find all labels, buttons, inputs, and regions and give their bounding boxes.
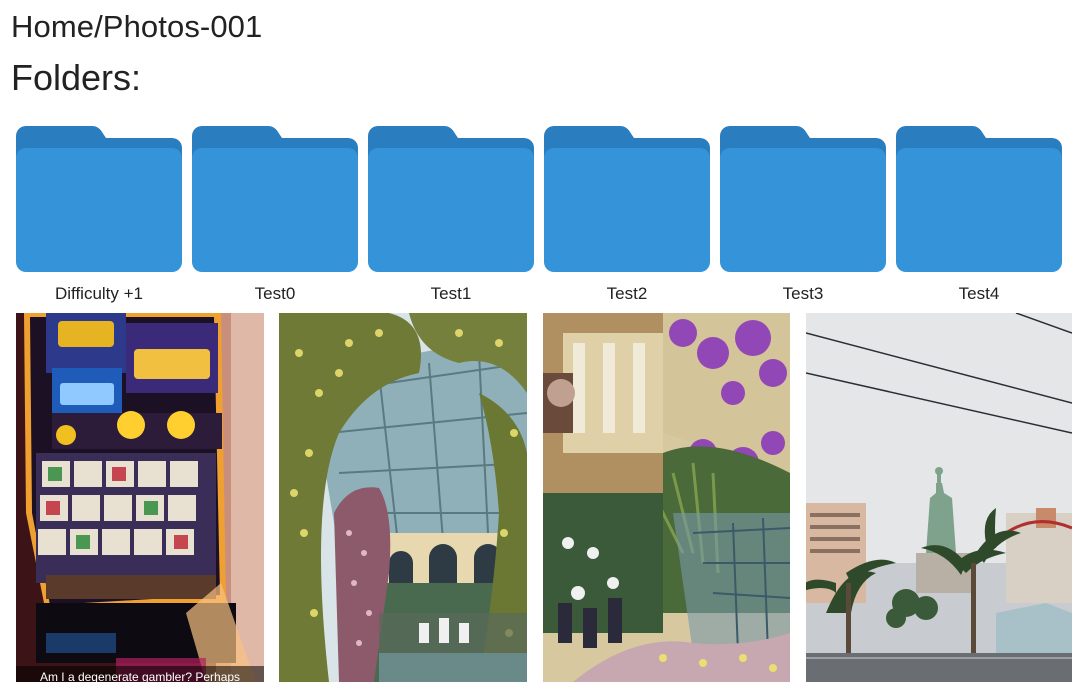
folder-label: Test4 [958,284,1000,303]
statue-of-liberty-photo [806,313,1072,682]
folder-label: Test0 [254,284,296,303]
photo-thumbnail-slot-machine[interactable]: Am I a degenerate gambler? Perhaps [16,313,264,682]
folder-label: Test3 [782,284,824,303]
photo-thumbnail-flower-arch[interactable] [279,313,527,682]
folder-item-test0[interactable]: Test0 [187,124,363,308]
photo-grid: Am I a degenerate gambler? Perhaps [0,313,1072,682]
flower-arch-photo [279,313,527,682]
conservatory-garden-photo [543,313,790,682]
photo-thumbnail-conservatory-garden[interactable] [543,313,790,682]
folder-icon [720,126,886,272]
folder-icon [896,126,1062,272]
folder-item-difficulty-plus-1[interactable]: Difficulty +1 [11,124,187,308]
folder-grid: Difficulty +1 Test0 Test1 Test2 Test3 Te… [0,124,1072,308]
slot-machine-photo [16,313,264,682]
folder-item-test2[interactable]: Test2 [539,124,715,308]
photo-thumbnail-statue-of-liberty[interactable] [806,313,1072,682]
folder-item-test4[interactable]: Test4 [891,124,1067,308]
page: Home/Photos-001 Folders: Difficulty +1 T… [0,0,1072,682]
breadcrumb[interactable]: Home/Photos-001 [11,8,262,46]
folder-label: Difficulty +1 [54,284,144,303]
folder-label: Test2 [606,284,648,303]
folder-icon [192,126,358,272]
folder-item-test3[interactable]: Test3 [715,124,891,308]
folder-label: Test1 [430,284,472,303]
folder-icon [544,126,710,272]
folder-item-test1[interactable]: Test1 [363,124,539,308]
photo-caption: Am I a degenerate gambler? Perhaps [16,666,264,682]
folder-icon [368,126,534,272]
folder-icon [16,126,182,272]
folders-heading: Folders: [11,57,142,98]
